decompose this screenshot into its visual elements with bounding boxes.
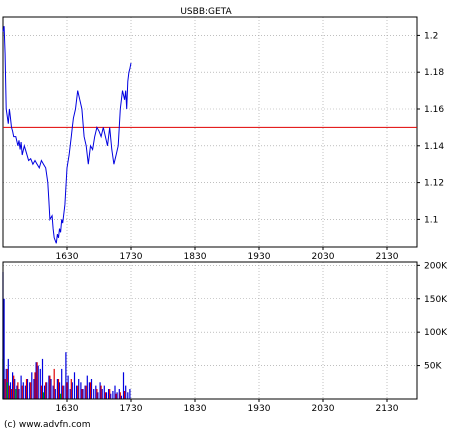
volume-y-tick-label: 100K bbox=[424, 328, 448, 338]
price-y-tick-label: 1.16 bbox=[424, 105, 444, 115]
price-grid bbox=[3, 17, 417, 247]
chart-canvas: USBB:GETA 1.1 1.12 1.14 1.16 1.18 1.2 1630 173… bbox=[2, 7, 448, 430]
price-x-tick-label: 2030 bbox=[312, 252, 335, 262]
volume-grid bbox=[3, 262, 417, 399]
chart-title: USBB:GETA bbox=[180, 7, 232, 17]
price-x-tick-label: 1730 bbox=[120, 252, 143, 262]
volume-panel-frame bbox=[2, 261, 418, 400]
volume-x-tick-label: 1830 bbox=[184, 404, 207, 414]
price-y-tick-label: 1.2 bbox=[424, 31, 438, 41]
volume-x-tick-label: 1730 bbox=[120, 404, 143, 414]
price-x-tick-label: 2130 bbox=[376, 252, 399, 262]
volume-bars bbox=[2, 272, 131, 399]
price-panel-frame bbox=[2, 16, 418, 248]
price-x-tick-label: 1630 bbox=[56, 252, 79, 262]
volume-y-tick-label: 50K bbox=[424, 362, 442, 372]
volume-y-tick-label: 200K bbox=[424, 261, 448, 271]
volume-x-axis: 1630 1730 1830 1930 2030 2130 bbox=[56, 399, 399, 414]
price-y-tick-label: 1.12 bbox=[424, 179, 444, 189]
price-y-tick-label: 1.14 bbox=[424, 142, 444, 152]
volume-x-tick-label: 1930 bbox=[248, 404, 271, 414]
price-y-tick-label: 1.1 bbox=[424, 215, 438, 225]
volume-y-tick-label: 150K bbox=[424, 295, 448, 305]
price-y-axis: 1.1 1.12 1.14 1.16 1.18 1.2 bbox=[417, 31, 444, 225]
price-x-tick-label: 1930 bbox=[248, 252, 271, 262]
price-y-tick-label: 1.18 bbox=[424, 68, 444, 78]
price-x-axis: 1630 1730 1830 1930 2030 2130 bbox=[56, 247, 399, 262]
volume-x-tick-label: 1630 bbox=[56, 404, 79, 414]
volume-y-axis: 50K 100K 150K 200K bbox=[417, 261, 448, 372]
volume-x-tick-label: 2130 bbox=[376, 404, 399, 414]
volume-x-tick-label: 2030 bbox=[312, 404, 335, 414]
watermark: (c) www.advfn.com bbox=[4, 420, 90, 430]
price-x-tick-label: 1830 bbox=[184, 252, 207, 262]
